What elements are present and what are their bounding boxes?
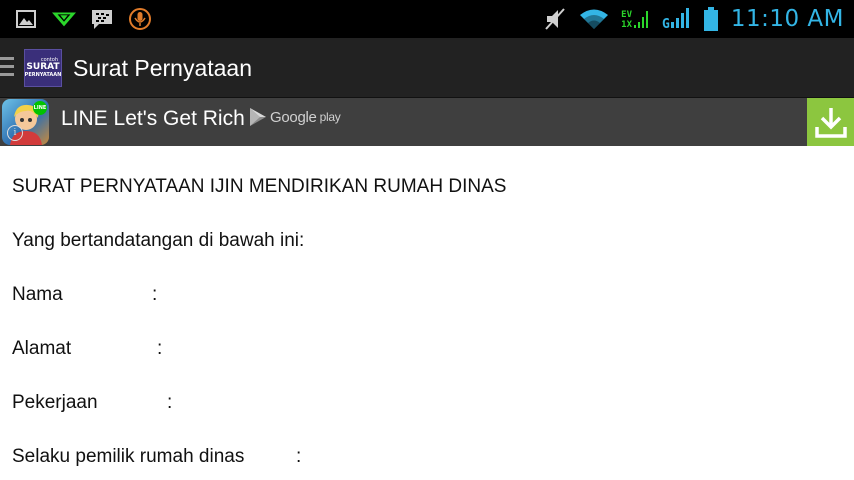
action-bar: contoh SURAT PERNYATAAN Surat Pernyataan — [0, 38, 854, 98]
play-store-icon — [250, 108, 266, 126]
ad-info-icon[interactable]: i — [7, 125, 23, 141]
data-signal-icon — [634, 11, 648, 28]
mic-circle-icon — [128, 7, 152, 31]
field-label-nama: Nama — [12, 284, 63, 305]
battery-icon — [703, 7, 719, 31]
network-label-ev: EV — [621, 10, 632, 20]
store-suffix: play — [319, 110, 341, 124]
wifi-icon — [579, 7, 609, 31]
app-logo[interactable]: contoh SURAT PERNYATAAN — [24, 49, 62, 87]
ad-banner[interactable]: LINE i LINE Let's Get Rich Google play — [0, 98, 854, 146]
document-heading: SURAT PERNYATAAN IJIN MENDIRIKAN RUMAH D… — [12, 176, 507, 197]
signal-icon — [670, 8, 689, 28]
field-label-pemilik: Selaku pemilik rumah dinas — [12, 446, 245, 467]
download-button[interactable] — [807, 98, 854, 146]
line-badge-icon: LINE — [33, 101, 47, 115]
status-clock: 11:10 AM — [730, 6, 844, 32]
image-icon — [14, 7, 38, 31]
download-icon — [814, 108, 847, 138]
field-colon-alamat: : — [157, 338, 163, 359]
ad-title[interactable]: LINE Let's Get Rich — [61, 107, 245, 131]
app-logo-line-3: PERNYATAAN — [24, 72, 62, 78]
status-bar: EV 1X G 11:10 AM — [0, 0, 854, 38]
mute-icon — [543, 7, 567, 31]
signal-label: G — [662, 17, 670, 32]
ad-app-icon[interactable]: LINE i — [2, 99, 49, 145]
field-colon-pekerjaan: : — [167, 392, 173, 413]
field-label-alamat: Alamat — [12, 338, 72, 359]
message-arrow-icon — [52, 7, 76, 31]
network-type-indicator: EV 1X — [621, 8, 650, 30]
google-play-badge[interactable]: Google play — [249, 107, 341, 127]
bbm-icon — [90, 7, 114, 31]
network-label-1x: 1X — [621, 20, 632, 30]
field-label-pekerjaan: Pekerjaan — [12, 392, 98, 413]
app-logo-line-2: SURAT — [26, 62, 60, 72]
document-intro: Yang bertandatangan di bawah ini: — [12, 230, 305, 251]
field-colon-nama: : — [152, 284, 158, 305]
signal-indicator: G — [662, 8, 691, 32]
drawer-menu-icon[interactable] — [0, 57, 14, 81]
page-title: Surat Pernyataan — [73, 55, 253, 81]
store-label: Google — [270, 108, 317, 126]
field-colon-pemilik: : — [296, 446, 302, 467]
